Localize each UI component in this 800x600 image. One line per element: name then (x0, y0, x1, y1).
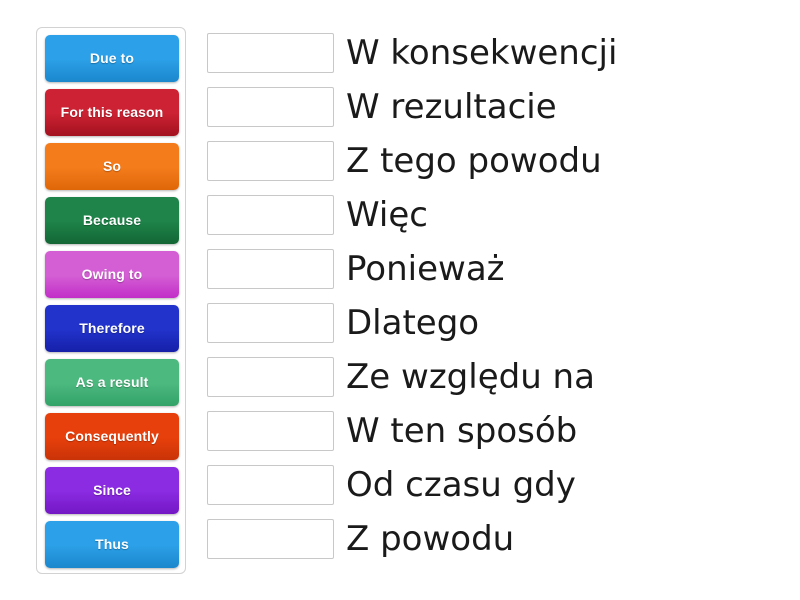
answer-row: W konsekwencji (207, 33, 767, 73)
answer-drop-box[interactable] (207, 87, 334, 127)
draggable-tile[interactable]: As a result (45, 359, 179, 406)
answer-row: Ponieważ (207, 249, 767, 289)
draggable-tile[interactable]: So (45, 143, 179, 190)
tile-label: For this reason (60, 103, 164, 120)
prompt-text: Z powodu (346, 519, 515, 559)
answer-drop-box[interactable] (207, 141, 334, 181)
answer-drop-box[interactable] (207, 249, 334, 289)
draggable-tile[interactable]: Since (45, 467, 179, 514)
prompt-text: Od czasu gdy (346, 465, 576, 505)
answer-drop-box[interactable] (207, 519, 334, 559)
draggable-tile[interactable]: For this reason (45, 89, 179, 136)
tile-label: So (102, 157, 122, 174)
tile-label: Because (82, 211, 142, 228)
answer-row: W rezultacie (207, 87, 767, 127)
tile-label: Consequently (65, 427, 159, 444)
answer-row: Ze względu na (207, 357, 767, 397)
answer-drop-box[interactable] (207, 465, 334, 505)
answer-drop-box[interactable] (207, 411, 334, 451)
answer-drop-box[interactable] (207, 195, 334, 235)
draggable-tile[interactable]: Therefore (45, 305, 179, 352)
draggable-tile[interactable]: Owing to (45, 251, 179, 298)
tile-label: Thus (95, 535, 129, 552)
answer-drop-box[interactable] (207, 357, 334, 397)
draggable-tile[interactable]: Thus (45, 521, 179, 568)
answer-row: W ten sposób (207, 411, 767, 451)
draggable-tile-panel: Due to For this reason So Because Owing to Th… (36, 27, 186, 574)
answer-row-list: W konsekwencji W rezultacie Z tego powodu W… (207, 33, 767, 559)
tile-label: Owing to (81, 265, 143, 282)
prompt-text: W ten sposób (346, 411, 578, 451)
draggable-tile[interactable]: Because (45, 197, 179, 244)
tile-label: As a result (75, 373, 149, 390)
tile-label: Due to (89, 49, 135, 66)
draggable-tile[interactable]: Consequently (45, 413, 179, 460)
prompt-text: Dlatego (346, 303, 480, 343)
answer-drop-box[interactable] (207, 303, 334, 343)
answer-row: Z tego powodu (207, 141, 767, 181)
answer-row: Od czasu gdy (207, 465, 767, 505)
answer-row: Więc (207, 195, 767, 235)
prompt-text: W rezultacie (346, 87, 557, 127)
answer-row: Dlatego (207, 303, 767, 343)
prompt-text: W konsekwencji (346, 33, 618, 73)
answer-drop-box[interactable] (207, 33, 334, 73)
tile-label: Therefore (79, 319, 145, 336)
prompt-text: Więc (346, 195, 428, 235)
prompt-text: Z tego powodu (346, 141, 602, 181)
match-up-activity: Due to For this reason So Because Owing to Th… (0, 0, 800, 600)
tile-label: Since (93, 481, 131, 498)
answer-row: Z powodu (207, 519, 767, 559)
prompt-text: Ponieważ (346, 249, 505, 289)
prompt-text: Ze względu na (346, 357, 595, 397)
draggable-tile[interactable]: Due to (45, 35, 179, 82)
